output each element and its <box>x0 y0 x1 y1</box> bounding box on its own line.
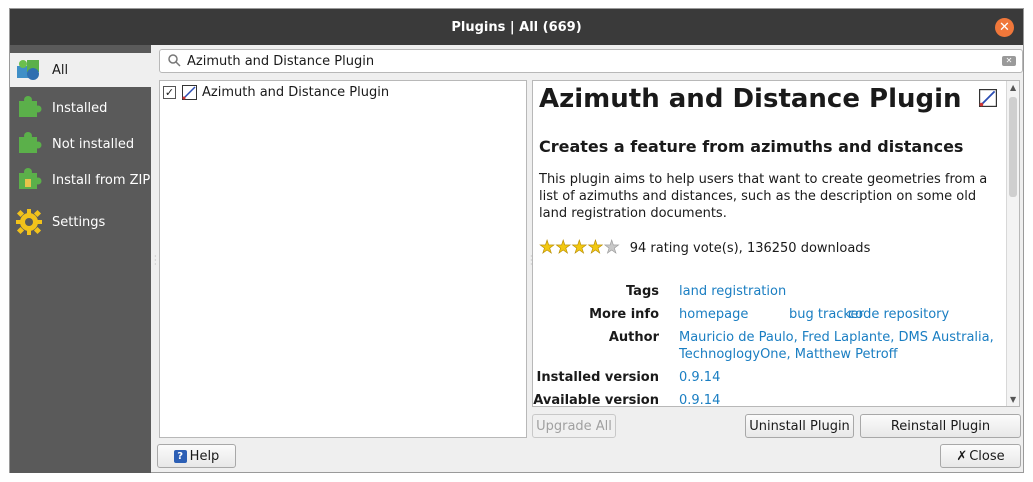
sidebar-item-label: Install from ZIP <box>52 172 151 188</box>
available-version-label: Available version <box>533 393 659 407</box>
sidebar-item-settings[interactable]: Settings <box>10 205 151 239</box>
search-icon <box>168 54 181 71</box>
window-close-icon[interactable]: ✕ <box>995 18 1014 37</box>
puzzle-not-installed-icon <box>15 130 43 158</box>
author-link[interactable]: Mauricio de Paulo, Fred Laplante, DMS Au… <box>679 330 994 345</box>
sidebar-item-installed[interactable]: Installed <box>10 91 151 125</box>
star-empty-icon: ★ <box>603 237 620 258</box>
list-item[interactable]: ✓ Azimuth and Distance Plugin <box>160 81 526 103</box>
search-box: ✕ <box>159 49 1023 73</box>
sidebar-item-label: Not installed <box>52 136 135 152</box>
star-icon: ★ <box>571 237 588 258</box>
more-info-label: More info <box>589 307 659 322</box>
upgrade-all-button[interactable]: Upgrade All <box>532 414 616 438</box>
help-button[interactable]: ? Help <box>157 444 236 468</box>
author-label: Author <box>608 330 659 345</box>
sidebar-item-label: Settings <box>52 214 106 230</box>
splitter-handle[interactable]: ··· <box>154 253 157 269</box>
puzzle-installed-icon <box>15 94 43 122</box>
sidebar: All Installed Not installed Install from… <box>10 45 151 473</box>
scroll-down-icon[interactable]: ▼ <box>1010 395 1016 404</box>
puzzle-all-icon <box>15 56 43 84</box>
plugin-details: Azimuth and Distance Plugin Creates a fe… <box>532 80 1020 407</box>
sidebar-item-label: Installed <box>52 100 108 116</box>
star-icon: ★ <box>587 237 604 258</box>
scrollbar-thumb[interactable] <box>1009 97 1017 197</box>
installed-version-label: Installed version <box>536 370 659 385</box>
code-repository-link[interactable]: code repository <box>848 307 949 322</box>
puzzle-zip-icon <box>15 166 43 194</box>
tag-link[interactable]: land registration <box>679 284 786 299</box>
sidebar-item-not-installed[interactable]: Not installed <box>10 127 151 161</box>
uninstall-plugin-button[interactable]: Uninstall Plugin <box>745 414 854 438</box>
plugin-list: ✓ Azimuth and Distance Plugin <box>159 80 527 438</box>
plugin-subtitle: Creates a feature from azimuths and dist… <box>539 137 964 156</box>
close-icon: ✗ <box>956 448 968 464</box>
title-bar: Plugins | All (669) ✕ <box>10 9 1023 45</box>
sidebar-item-install-from-zip[interactable]: Install from ZIP <box>10 163 151 197</box>
rating-text: 94 rating vote(s), 136250 downloads <box>629 240 871 256</box>
homepage-link[interactable]: homepage <box>679 307 748 322</box>
gear-icon <box>15 208 43 236</box>
author-link[interactable]: TechnoglogyOne, Matthew Petroff <box>679 347 898 362</box>
scroll-up-icon[interactable]: ▲ <box>1010 83 1016 92</box>
rating: ★ ★ ★ ★ ★ 94 rating vote(s), 136250 down… <box>539 237 871 258</box>
plugin-azimuth-icon <box>182 84 197 100</box>
help-icon: ? <box>173 449 187 463</box>
reinstall-plugin-button[interactable]: Reinstall Plugin <box>860 414 1021 438</box>
plugin-title: Azimuth and Distance Plugin <box>539 84 962 114</box>
close-button-label: Close <box>969 448 1005 464</box>
close-button[interactable]: ✗ Close <box>940 444 1021 468</box>
plugin-azimuth-icon <box>979 89 997 111</box>
sidebar-item-label: All <box>52 62 69 78</box>
help-button-label: Help <box>189 448 220 464</box>
search-input[interactable] <box>187 52 987 70</box>
details-scrollbar[interactable]: ▲ ▼ <box>1006 81 1019 406</box>
plugin-enabled-checkbox[interactable]: ✓ <box>163 85 176 99</box>
window-title: Plugins | All (669) <box>451 19 582 35</box>
star-icon: ★ <box>539 237 556 258</box>
plugin-name: Azimuth and Distance Plugin <box>202 84 390 100</box>
plugins-dialog: Plugins | All (669) ✕ All Installed Not … <box>9 8 1024 473</box>
sidebar-item-all[interactable]: All <box>10 53 151 87</box>
star-icon: ★ <box>555 237 572 258</box>
installed-version: 0.9.14 <box>679 370 721 385</box>
tags-label: Tags <box>625 284 659 299</box>
plugin-description: This plugin aims to help users that want… <box>539 172 988 221</box>
clear-search-icon[interactable]: ✕ <box>1002 56 1016 66</box>
available-version: 0.9.14 <box>679 393 721 407</box>
